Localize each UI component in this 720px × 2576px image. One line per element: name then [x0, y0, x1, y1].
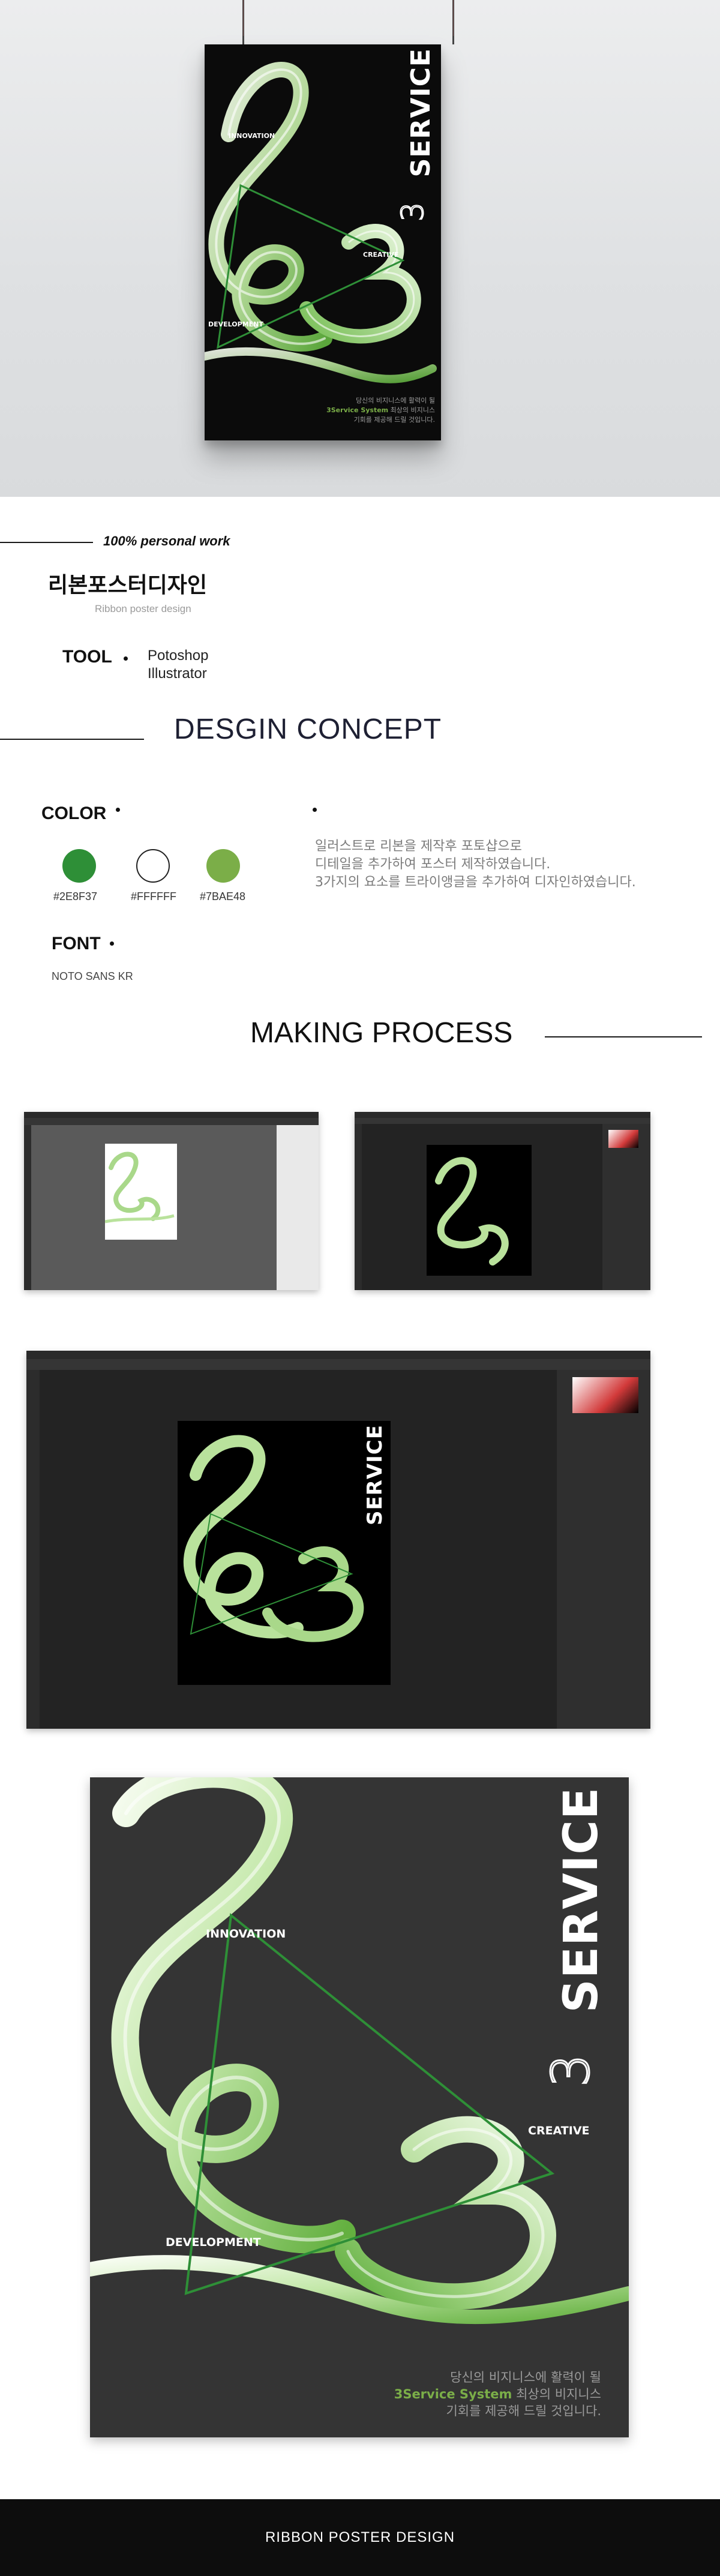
caption-line-3: 기회를 제공해 드릴 것입니다.	[353, 416, 435, 424]
process-screenshot-photoshop-large: SERVICE	[26, 1351, 650, 1729]
footer: RIBBON POSTER DESIGN	[0, 2499, 720, 2576]
poster-title-vertical: SERVICE	[406, 48, 436, 178]
font-bullet	[110, 941, 114, 946]
swatch-label-green-light: #7BAE48	[200, 890, 246, 902]
final-caption-line-2-rest: 최상의 비지니스	[512, 2387, 601, 2401]
final-label-innovation: INNOVATION	[206, 1927, 286, 1941]
tagline-rule	[0, 542, 93, 543]
app-toolbar	[26, 1359, 650, 1370]
color-bullet	[116, 808, 120, 812]
poster-caption: 당신의 비지니스에 활력이 될 3Service System 최상의 비지니스…	[326, 396, 435, 425]
caption-line-1: 당신의 비지니스에 활력이 될	[356, 397, 435, 404]
title-korean: 리본포스터디자인	[48, 573, 207, 598]
process-screenshot-photoshop	[355, 1112, 650, 1290]
process-screenshot-illustrator	[24, 1112, 319, 1290]
swatch-green-light	[206, 849, 240, 883]
description-bullet	[313, 808, 317, 812]
document-ribbon-large	[183, 1435, 364, 1642]
app-toolbar	[355, 1118, 650, 1124]
color-picker-large	[572, 1377, 638, 1413]
final-label-development: DEVELOPMENT	[166, 2236, 261, 2249]
poster-label-innovation: INNOVATION	[229, 132, 275, 140]
description-line-1: 일러스트로 리본을 제작후 포토샵으로	[315, 839, 522, 854]
app-menubar	[24, 1112, 319, 1118]
swatch-label-green-dark: #2E8F37	[53, 890, 98, 902]
final-caption: 당신의 비지니스에 활력이 될 3Service System 최상의 비지니스…	[394, 2369, 601, 2419]
canvas-title-vertical: SERVICE	[363, 1425, 387, 1526]
app-menubar	[355, 1112, 650, 1118]
app-tools-panel	[24, 1125, 31, 1290]
document-canvas-large: SERVICE	[178, 1421, 391, 1685]
poster-label-development: DEVELOPMENT	[208, 320, 263, 328]
tool-item-illustrator: Illustrator	[148, 665, 207, 682]
final-label-creative: CREATIVE	[528, 2124, 590, 2137]
description-line-2: 디테일을 추가하여 포스터 제작하였습니다.	[315, 857, 551, 872]
hero-mockup: SERVICE 3 INNOVATION CREATIVE DEVELOPMEN…	[0, 0, 720, 497]
final-caption-brand: 3Service System	[394, 2387, 512, 2401]
final-poster: SERVICE 3 INNOVATION CREATIVE DEVELOPMEN…	[90, 1777, 629, 2437]
concept-heading: DESGIN CONCEPT	[174, 713, 442, 745]
swatch-green-dark	[62, 849, 96, 883]
color-picker	[608, 1130, 638, 1148]
caption-line-2-rest: 최상의 비지니스	[388, 406, 435, 414]
swatch-white	[136, 849, 170, 883]
app-properties-panel	[277, 1125, 319, 1290]
artboard-ribbon	[104, 1151, 175, 1223]
poster-number-vertical: 3	[395, 201, 431, 222]
tool-list: Potoshop Illustrator	[148, 647, 208, 683]
process-rule	[545, 1036, 702, 1037]
final-number-vertical: 3	[541, 2053, 602, 2088]
caption-line-2: 3Service System 최상의 비지니스	[326, 406, 435, 415]
app-tools-panel	[26, 1370, 40, 1729]
font-label: FONT	[52, 934, 101, 953]
concept-rule	[0, 739, 144, 740]
poster-label-creative: CREATIVE	[363, 251, 399, 259]
swatch-label-white: #FFFFFF	[131, 890, 176, 902]
hero-poster: SERVICE 3 INNOVATION CREATIVE DEVELOPMEN…	[205, 44, 441, 440]
final-ribbon-artwork	[90, 1777, 629, 2325]
document-canvas	[427, 1145, 532, 1276]
app-layers-panel	[557, 1370, 650, 1729]
font-name: NOTO SANS KR	[52, 970, 133, 982]
process-heading: MAKING PROCESS	[250, 1017, 513, 1049]
final-caption-line-2: 3Service System 최상의 비지니스	[394, 2386, 601, 2403]
description-line-3: 3가지의 요소를 트라이앵글을 추가하여 디자인하였습니다.	[315, 875, 636, 890]
color-label: COLOR	[41, 803, 107, 823]
tool-label: TOOL	[62, 647, 112, 667]
app-tools-panel	[355, 1124, 362, 1290]
tagline: 100% personal work	[103, 533, 230, 548]
document-ribbon	[435, 1157, 509, 1265]
subtitle-english: Ribbon poster design	[95, 603, 191, 614]
tool-bullet	[124, 656, 128, 661]
caption-brand: 3Service System	[326, 406, 389, 414]
footer-title: RIBBON POSTER DESIGN	[265, 2529, 455, 2545]
final-caption-line-1: 당신의 비지니스에 활력이 될	[450, 2370, 601, 2385]
artboard	[104, 1144, 177, 1240]
hanger-wire-right	[453, 0, 454, 36]
concept-description: 일러스트로 리본을 제작후 포토샵으로 디테일을 추가하여 포스터 제작하였습니…	[315, 838, 636, 892]
final-title-vertical: SERVICE	[554, 1787, 608, 2013]
hanger-wire-left	[243, 0, 244, 36]
app-toolbar	[24, 1118, 319, 1125]
app-layers-panel	[602, 1124, 650, 1290]
final-caption-line-3: 기회를 제공해 드릴 것입니다.	[446, 2404, 601, 2418]
tool-item-photoshop: Potoshop	[148, 647, 209, 664]
app-menubar	[26, 1351, 650, 1359]
